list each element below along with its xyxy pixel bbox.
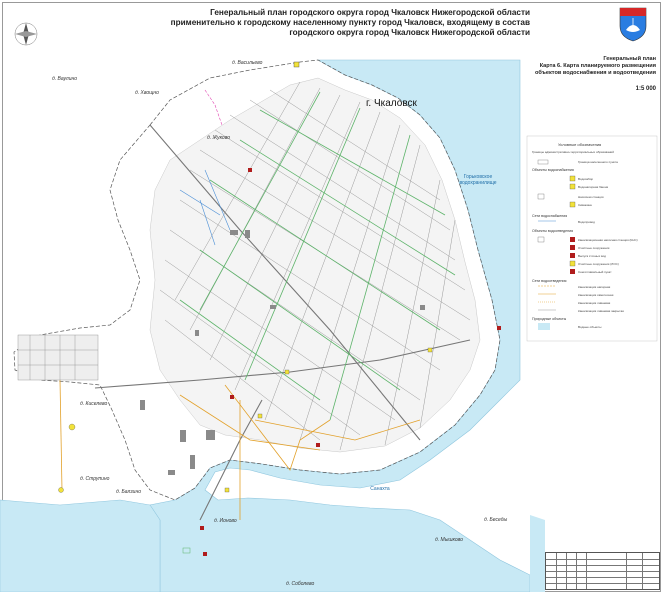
village-label-vasilyovo: д. Васильево (232, 60, 263, 66)
map-name-line-2: объектов водоснабжения и водоотведения (535, 70, 656, 76)
stamp-col-line (626, 553, 627, 589)
city-label: г. Чкаловск (366, 98, 417, 109)
legend-sewer-item-2: Очистные сооружения (578, 246, 610, 250)
village-label-zhukovo: д. Жуково (207, 135, 230, 141)
legend-supply-heading: Объекты водоснабжения (532, 168, 574, 172)
village-label-sobolevo: д. Соболево (286, 581, 315, 587)
sheet-name: Генеральный план Карта 6. Карта планируе… (520, 56, 656, 77)
legend-sewer-net-item-4: Канализация ливневая закрытая (578, 309, 624, 313)
map-name-line-1: Карта 6. Карта планируемого размещения (539, 63, 656, 69)
village-label-baltsino: д. Балзино (116, 489, 141, 495)
stamp-col-line (556, 553, 557, 589)
stamp-col-line (576, 553, 577, 589)
title-line-1: Генеральный план городского округа город… (210, 8, 530, 17)
urban-area (149, 77, 481, 453)
north-arrow-icon (14, 22, 38, 46)
legend-sewer-net-item-3: Канализация ливневая (578, 301, 611, 305)
legend-nature-item: Водные объекты (578, 325, 602, 329)
map-sheet: Генеральный план городского округа город… (0, 0, 661, 592)
legend-sewer-net-item-1: Канализация напорная (578, 285, 611, 289)
legend-supply-net-item: Водопровод (578, 220, 595, 224)
lower-water (0, 499, 161, 592)
legend-heading: Условные обозначения (558, 142, 602, 147)
title-line-3: городского округа город Чкаловск Нижегор… (289, 28, 530, 37)
legend-supply-item-2: Водонапорная башня (578, 185, 609, 189)
legend: Условные обозначения Границы администрат… (528, 138, 656, 338)
legend-supply-item-3: Насосная станция (578, 195, 604, 199)
village-label-myshkovo: д. Мышково (435, 537, 463, 543)
legend-boundary-heading: Границы административно-территориальных … (532, 150, 614, 154)
legend-sewer-heading: Объекты водоотведения (532, 229, 574, 233)
legend-sewer-item-4: Очистные сооружения (ЛОС) (578, 262, 619, 266)
legend-sewer-net-item-2: Канализация самотечная (578, 293, 614, 297)
legend-sewer-net-heading: Сети водоотведения (532, 279, 567, 283)
legend-supply-item-1: Водозабор (578, 177, 594, 181)
map-scale: 1:5 000 (635, 86, 656, 92)
stamp-col-line (566, 553, 567, 589)
stamp-col-line (586, 553, 587, 589)
map-title: Генеральный план городского округа город… (150, 8, 530, 38)
legend-sewer-item-1: Канализационная насосная станция (КНС) (578, 238, 638, 242)
reservoir-label: Горьковское водохранилище (448, 174, 508, 186)
lower-water-right (530, 515, 545, 592)
village-label-kiselevo: д. Киселево (80, 401, 108, 407)
plan-name: Генеральный план (603, 56, 656, 62)
village-label-khvoshno: д. Хвощно (135, 90, 159, 96)
legend-sewer-item-5: Снегоплавильный пункт (578, 270, 612, 274)
river-label-sanakhta: Санахта (370, 486, 390, 492)
title-stamp (545, 552, 660, 590)
legend-nature-heading: Природные объекты (532, 317, 567, 321)
village-label-ionovo: д. Ионово (214, 518, 237, 524)
village-label-strupino: д. Струпино (80, 476, 110, 482)
village-label-besedy: д. Беседы (484, 517, 508, 523)
legend-supply-item-4: Скважина (578, 203, 592, 207)
legend-boundary-item: Граница населенного пункта (578, 160, 618, 164)
village-label-vaulino: д. Ваулино (52, 76, 78, 82)
west-settlement (17, 334, 99, 381)
title-line-2: применительно к городскому населенному п… (170, 18, 530, 27)
stamp-col-line (642, 553, 643, 589)
coat-of-arms-icon (619, 7, 647, 42)
legend-supply-net-heading: Сети водоснабжения (532, 214, 568, 218)
reservoir-label-line-2: водохранилище (459, 180, 497, 186)
legend-sewer-item-3: Выпуск сточных вод (578, 254, 606, 258)
